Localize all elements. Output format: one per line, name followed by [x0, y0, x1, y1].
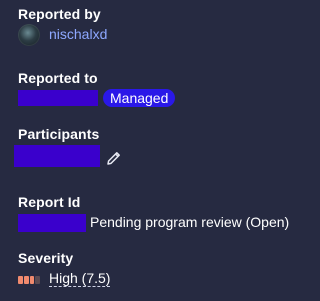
- severity-meter-segment: [35, 276, 40, 284]
- managed-badge: Managed: [103, 89, 176, 107]
- severity-meter-segment: [23, 276, 29, 284]
- redacted-participants: [14, 145, 100, 167]
- reporter-username-link[interactable]: nischalxd: [49, 26, 107, 42]
- severity-meter-segment: [29, 276, 35, 284]
- pencil-icon[interactable]: [106, 150, 122, 166]
- participants-heading: Participants: [18, 126, 100, 142]
- redacted-report-id: [18, 214, 86, 232]
- redacted-program-name: [18, 90, 98, 106]
- severity-meter-segment: [18, 276, 23, 284]
- severity-heading: Severity: [18, 250, 74, 266]
- report-id-heading: Report Id: [18, 194, 81, 210]
- severity-meter: [18, 276, 40, 284]
- reported-by-heading: Reported by: [18, 6, 101, 22]
- report-status: Pending program review (Open): [90, 214, 290, 230]
- severity-value[interactable]: High (7.5): [49, 270, 111, 287]
- avatar[interactable]: [18, 24, 40, 46]
- reported-to-heading: Reported to: [18, 70, 98, 86]
